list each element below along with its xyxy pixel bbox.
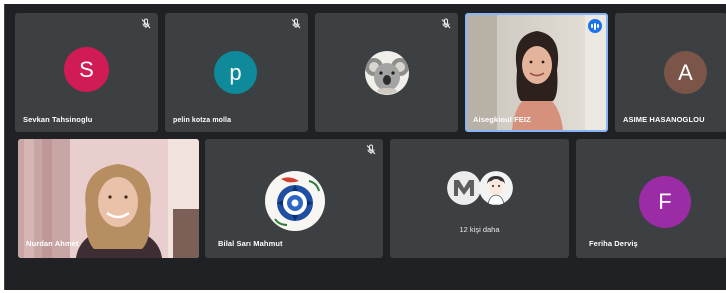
participant-name: Aisegkioul FEIZ: [473, 115, 531, 124]
mic-off-icon: [141, 18, 151, 29]
participant-tile-sevkan[interactable]: S Sevkan Tahsinoglu: [15, 13, 158, 132]
avatar-initial: S: [79, 56, 94, 82]
avatar: F: [639, 176, 691, 228]
meeting-grid: S Sevkan Tahsinoglu p pelin kotza molla: [4, 4, 726, 290]
avatar-initial: A: [678, 59, 693, 85]
more-participants-tile[interactable]: 12 kişi daha: [390, 139, 569, 258]
mic-off-icon: [366, 144, 376, 155]
overflow-avatar-m: [447, 171, 481, 205]
koala-avatar-photo: [365, 51, 409, 95]
avatar-initial: F: [658, 189, 672, 214]
avatar: p: [214, 51, 257, 94]
participant-tile-koala[interactable]: [315, 13, 458, 132]
audio-level-icon: [588, 19, 602, 33]
participant-tile-nurdan[interactable]: Nurdan Ahmet: [18, 139, 199, 258]
overflow-avatar-cartoon: [479, 171, 513, 205]
participant-name: Bilal Sarı Mahmut: [218, 239, 283, 248]
participant-name: ASIME HASANOGLOU: [623, 115, 705, 124]
avatar: A: [664, 51, 707, 94]
participant-tile-bilal[interactable]: Bilal Sarı Mahmut: [205, 139, 383, 258]
mic-off-icon: [441, 18, 451, 29]
participant-name: pelin kotza molla: [173, 117, 232, 124]
overflow-avatars: [447, 171, 517, 205]
mic-off-icon: [291, 18, 301, 29]
more-participants-count: 12 kişi daha: [459, 225, 500, 234]
avatar-initial: p: [229, 59, 242, 85]
participant-name: Nurdan Ahmet: [26, 239, 79, 248]
participant-name: Sevkan Tahsinoglu: [23, 115, 93, 124]
participant-tile-feriha[interactable]: F Feriha Derviş: [576, 139, 726, 258]
tile-art-avatar-photo: [265, 171, 325, 231]
participant-tile-aisegkioul[interactable]: Aisegkioul FEIZ: [465, 13, 608, 132]
participant-tile-asime[interactable]: A ASIME HASANOGLOU: [615, 13, 726, 132]
participant-name: Feriha Derviş: [589, 239, 638, 248]
participant-tile-pelin[interactable]: p pelin kotza molla: [165, 13, 308, 132]
participant-video: [467, 15, 606, 130]
avatar: S: [64, 47, 109, 92]
